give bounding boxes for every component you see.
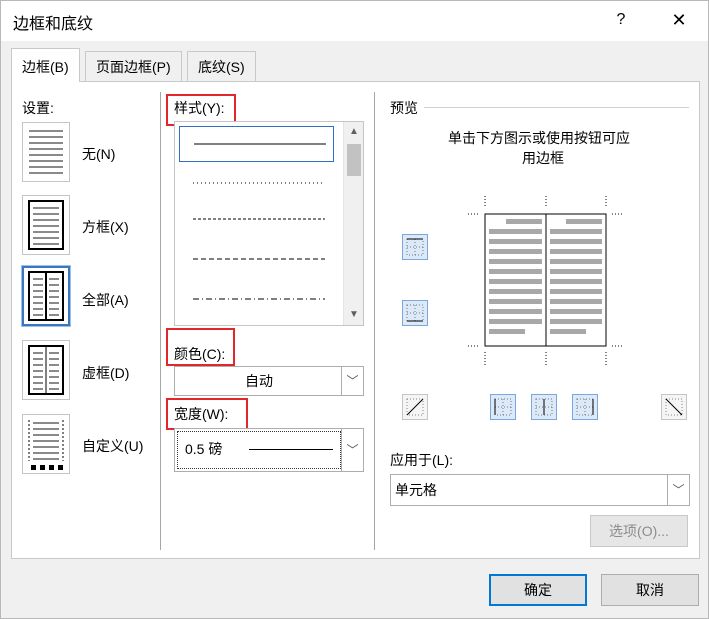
options-button[interactable]: 选项(O)... [590, 515, 688, 547]
style-item-dashed-small[interactable] [179, 202, 334, 238]
tab-page-border[interactable]: 页面边框(P) [85, 51, 182, 81]
style-list-scrollbar[interactable]: ▲ ▼ [343, 122, 363, 325]
width-dropdown[interactable]: 0.5 磅 ﹀ [174, 428, 364, 472]
setting-custom-icon[interactable] [22, 414, 70, 474]
setting-none-label[interactable]: 无(N) [82, 144, 115, 164]
border-right-button[interactable] [572, 394, 598, 420]
scroll-thumb[interactable] [347, 144, 361, 176]
style-list[interactable]: ▲ ▼ [174, 121, 364, 326]
border-inside-vertical-button[interactable] [531, 394, 557, 420]
close-button[interactable]: ✕ [659, 5, 699, 35]
highlight-box-color [166, 328, 235, 366]
border-diagonal-up-button[interactable] [402, 394, 428, 420]
width-value: 0.5 磅 [185, 441, 223, 457]
tab-shading[interactable]: 底纹(S) [187, 51, 256, 81]
width-line-sample [249, 449, 333, 450]
apply-to-heading: 应用于(L): [390, 452, 453, 468]
setting-grid-label[interactable]: 虚框(D) [82, 363, 129, 383]
ok-button[interactable]: 确定 [489, 574, 587, 606]
border-diagonal-down-button[interactable] [661, 394, 687, 420]
preview-diagram[interactable] [466, 194, 626, 374]
chevron-down-icon[interactable]: ﹀ [341, 429, 363, 471]
preview-hint-line2: 用边框 [522, 150, 564, 166]
apply-to-value: 单元格 [395, 482, 437, 498]
settings-heading: 设置: [22, 100, 54, 116]
setting-box-label[interactable]: 方框(X) [82, 217, 129, 237]
tab-borders[interactable]: 边框(B) [11, 48, 80, 82]
title-bar: 边框和底纹 ? ✕ [1, 1, 708, 41]
chevron-down-icon[interactable]: ﹀ [341, 367, 363, 395]
setting-grid-icon[interactable] [22, 340, 70, 400]
setting-all-label[interactable]: 全部(A) [82, 290, 129, 310]
border-top-button[interactable] [402, 234, 428, 260]
style-item-dash-dot[interactable] [179, 282, 334, 318]
color-value: 自动 [245, 373, 273, 389]
setting-all-icon[interactable] [21, 265, 71, 327]
style-item-dotted[interactable] [179, 166, 334, 202]
highlight-box-width [166, 398, 248, 430]
separator-right [374, 92, 375, 550]
color-dropdown[interactable]: 自动 ﹀ [174, 366, 364, 396]
preview-heading-rule [424, 107, 689, 108]
dialog-title: 边框和底纹 [13, 16, 94, 33]
scroll-up-icon[interactable]: ▲ [344, 122, 364, 142]
tab-panel-borders: 设置: 无(N) 方框(X) 全部(A) 虚框(D) 自定义(U) 样式(Y):… [11, 81, 700, 559]
style-item-dashed[interactable] [179, 242, 334, 278]
chevron-down-icon[interactable]: ﹀ [667, 475, 689, 505]
style-item-solid[interactable] [179, 126, 334, 162]
setting-box-icon[interactable] [22, 195, 70, 255]
cancel-button[interactable]: 取消 [601, 574, 699, 606]
apply-to-dropdown[interactable]: 单元格 ﹀ [390, 474, 690, 506]
help-button[interactable]: ? [601, 5, 641, 35]
preview-hint-line1: 单击下方图示或使用按钮可应 [448, 130, 630, 146]
border-left-button[interactable] [490, 394, 516, 420]
borders-dialog: 边框和底纹 ? ✕ 边框(B) 页面边框(P) 底纹(S) 设置: 无(N) 方… [0, 0, 709, 619]
setting-custom-label[interactable]: 自定义(U) [82, 436, 143, 456]
setting-none-icon[interactable] [22, 122, 70, 182]
preview-heading: 预览 [390, 100, 418, 116]
border-bottom-button[interactable] [402, 300, 428, 326]
separator-left [160, 92, 161, 550]
scroll-down-icon[interactable]: ▼ [344, 305, 364, 325]
